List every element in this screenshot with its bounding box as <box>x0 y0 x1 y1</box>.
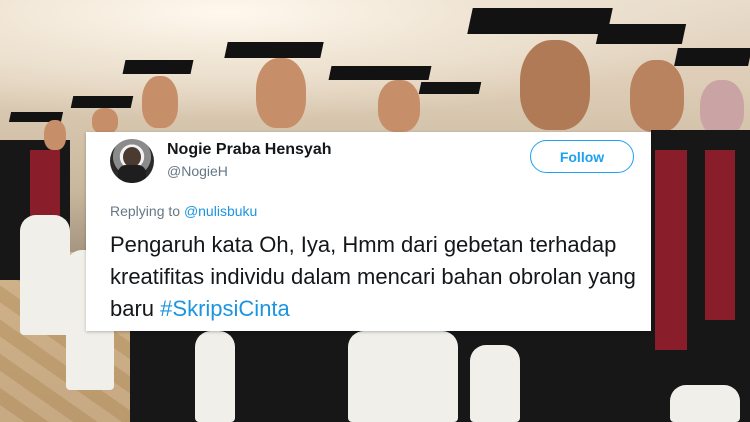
avatar-body <box>118 165 146 183</box>
hashtag-link[interactable]: #SkripsiCinta <box>160 296 290 321</box>
white-chair-5 <box>470 345 520 422</box>
display-name[interactable]: Nogie Praba Hensyah <box>167 141 332 159</box>
replying-to: Replying to @nulisbuku <box>110 203 257 219</box>
graduate-face-left-1 <box>44 120 66 150</box>
white-chair-3 <box>195 331 235 422</box>
graduate-face-center-1 <box>142 76 178 128</box>
tweet-text: Pengaruh kata Oh, Iya, Hmm dari gebetan … <box>110 229 640 325</box>
stole-right-2 <box>705 150 735 320</box>
graduate-face-right-3 <box>700 80 744 136</box>
graduation-cap-center-2 <box>224 42 324 58</box>
graduation-cap-center-1 <box>122 60 194 74</box>
graduation-cap-right-2 <box>595 24 687 44</box>
stole-right-1 <box>655 150 687 350</box>
graduation-cap-center-3 <box>328 66 432 80</box>
user-handle[interactable]: @NogieH <box>167 163 228 179</box>
graduate-face-right-1 <box>520 40 590 130</box>
graduate-face-center-3 <box>378 80 420 132</box>
graduate-face-left-2 <box>92 108 118 134</box>
graduate-face-center-2 <box>256 58 306 128</box>
white-chair-4 <box>348 331 458 422</box>
graduation-cap-right-1 <box>467 8 613 34</box>
avatar-head <box>123 147 141 167</box>
tweet-card: Nogie Praba Hensyah @NogieH Follow Reply… <box>86 132 651 331</box>
graduation-cap-right-3 <box>674 48 750 66</box>
follow-button[interactable]: Follow <box>530 140 634 173</box>
graduate-face-right-2 <box>630 60 684 132</box>
white-chair-6 <box>670 385 740 422</box>
white-chair-1 <box>20 215 70 335</box>
reply-mention-link[interactable]: @nulisbuku <box>184 203 257 219</box>
graduation-cap-center-4 <box>418 82 482 94</box>
graduation-cap-left-2 <box>70 96 134 108</box>
replying-prefix: Replying to <box>110 203 181 219</box>
user-avatar[interactable] <box>110 139 154 183</box>
